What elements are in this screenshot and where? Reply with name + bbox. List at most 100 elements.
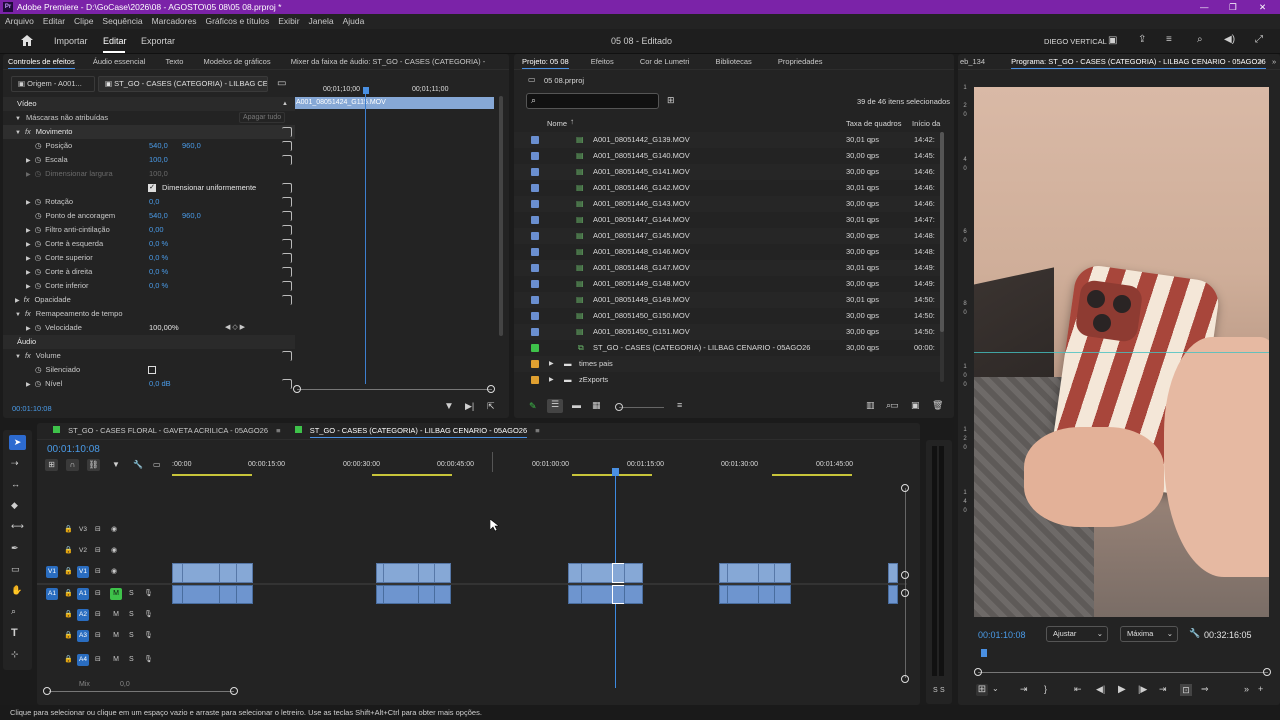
close-button[interactable]: ✕ [1259,0,1266,14]
video-track-header[interactable]: V1 🔒 V1 ⊟ ◉ [37,563,172,581]
ec-row-ponto-ancoragem[interactable]: ◷ Ponto de ancoragem 540,0 960,0 [3,209,295,223]
filtro-value[interactable]: 0,00 [149,223,164,237]
panels-icon[interactable]: ≡ [1166,34,1172,45]
audio-clip[interactable] [888,585,898,604]
scrub-handle-left[interactable] [974,668,982,676]
stopwatch-icon[interactable]: ◷ [35,239,42,248]
reset-icon[interactable] [282,379,292,389]
tab-exportar[interactable]: Exportar [141,36,175,46]
video-track-header[interactable]: 🔒 V3 ⊟ ◉ [37,521,172,539]
maximize-button[interactable]: ❐ [1229,0,1237,14]
reset-icon[interactable] [282,127,292,137]
quality-dropdown[interactable]: Máxima ⌄ [1120,626,1178,642]
ec-row-escala[interactable]: ▶ ◷ Escala 100,0 [3,153,295,167]
slider-handle[interactable] [615,403,623,411]
lock-icon[interactable]: 🔒 [64,563,73,581]
audio-clip[interactable] [383,585,419,604]
expand-arrow-icon[interactable]: ▶ [26,382,31,388]
panel-menu-icon[interactable]: ≡ [535,426,539,435]
project-item[interactable]: ▤ A001_08051448_G147.MOV 30,01 qps 14:49: [514,260,940,276]
tab-bibliotecas[interactable]: Bibliotecas [716,57,752,66]
tab-propriedades[interactable]: Propriedades [778,57,823,66]
solo-button[interactable]: S [129,627,134,645]
eye-icon[interactable]: ◉ [111,542,117,560]
reset-icon[interactable] [282,239,292,249]
tab-projeto[interactable]: Projeto: 05 08 [522,57,569,69]
captions-icon[interactable]: ▭ [153,460,161,469]
eye-icon[interactable]: ◉ [111,521,117,539]
track-target[interactable]: V3 [77,524,89,536]
zoom-tool-icon[interactable]: ⌕ [11,606,16,617]
mute-button[interactable]: M [110,630,122,642]
program-scrub-bar[interactable] [978,672,1268,673]
project-item[interactable]: ▤ A001_08051447_G145.MOV 30,00 qps 14:48: [514,228,940,244]
microphone-icon[interactable]: 🎙 [144,606,153,624]
stopwatch-icon[interactable]: ◷ [35,267,42,276]
escala-value[interactable]: 100,0 [149,153,168,167]
mute-button[interactable]: M [110,588,122,600]
expand-arrow-icon[interactable]: ▶ [26,158,31,164]
expand-arrow-icon[interactable]: ▼ [15,116,21,122]
video-clip[interactable] [581,563,613,583]
v-scroll-handle-mid[interactable] [901,571,909,579]
video-clip[interactable] [182,563,220,583]
audio-clip[interactable] [624,585,643,604]
menu-clipe[interactable]: Clipe [74,16,93,26]
video-clip[interactable] [774,563,791,583]
sync-lock-icon[interactable]: ⊟ [95,521,101,539]
ec-timecode[interactable]: 00:01:10:08 [12,404,52,413]
share-icon[interactable]: ⇪ [1138,34,1146,45]
sync-lock-icon[interactable]: ⊟ [95,563,101,581]
label-swatch[interactable] [531,136,539,144]
menu-marcadores[interactable]: Marcadores [152,16,197,26]
posicao-y-value[interactable]: 960,0 [182,139,201,153]
mark-in-icon[interactable]: ⇥ [1020,684,1028,695]
folder-item[interactable]: ▶ ▬ times pais [514,356,940,372]
ec-row-corte-esquerda[interactable]: ▶ ◷ Corte à esquerda 0,0 % [3,237,295,251]
source-patch-v1[interactable]: V1 [46,566,58,578]
playhead-marker[interactable] [612,468,619,476]
h-scroll-handle-right[interactable] [230,687,238,695]
menu-editar[interactable]: Editar [43,16,65,26]
sync-lock-icon[interactable]: ⊟ [95,542,101,560]
label-swatch[interactable] [531,232,539,240]
project-item[interactable]: ⧉ ST_GO - CASES (CATEGORIA) - LILBAG CENA… [514,340,940,356]
track-target[interactable]: A4 [77,654,89,666]
step-forward-icon[interactable]: |▶ [1138,684,1147,695]
expand-arrow-icon[interactable]: ▶ [26,326,31,332]
mute-button[interactable]: M [110,609,122,621]
audio-track-header[interactable]: 🔒 A2 ⊟ M S 🎙 [37,606,172,624]
mark-out-icon[interactable]: } [1044,684,1047,694]
posicao-x-value[interactable]: 540,0 [149,139,168,153]
ec-row-rotacao[interactable]: ▶ ◷ Rotação 0,0 [3,195,295,209]
search-icon[interactable]: ⌕ [1197,34,1203,45]
reset-icon[interactable] [282,141,292,151]
v-scroll-handle-bottom[interactable] [901,675,909,683]
project-item[interactable]: ▤ A001_08051449_G149.MOV 30,01 qps 14:50: [514,292,940,308]
reset-icon[interactable] [282,351,292,361]
video-clip[interactable] [383,563,419,583]
stopwatch-icon[interactable]: ◷ [35,323,42,332]
ec-row-mascaras[interactable]: ▼ Máscaras não atribuídas [3,111,295,125]
ripple-tool-icon[interactable]: ↔ [11,479,20,489]
label-swatch[interactable] [531,248,539,256]
go-to-in-icon[interactable]: ⇤ [1074,684,1082,695]
ec-row-movimento[interactable]: ▼ fx Movimento [3,125,295,139]
track-target[interactable]: A1 [77,588,89,600]
tab-controles-efeitos[interactable]: Controles de efeitos [8,57,75,69]
reset-icon[interactable] [282,197,292,207]
timeline-timecode[interactable]: 00:01:10:08 [47,444,100,455]
add-marker-icon[interactable]: ▼ [112,460,120,469]
icon-view-icon[interactable]: ▬ [572,400,581,410]
generative-extend-icon[interactable]: ⊹ [11,649,19,660]
filter-icon[interactable]: ▼ [444,401,454,412]
label-swatch[interactable] [531,200,539,208]
insert-nest-icon[interactable]: ⊞ [45,459,58,471]
solo-left-icon[interactable]: S [933,687,938,694]
nivel-value[interactable]: 0,0 dB [149,377,171,391]
label-swatch[interactable] [531,328,539,336]
video-clip[interactable] [624,563,643,583]
label-swatch[interactable] [531,152,539,160]
microphone-icon[interactable]: 🎙 [144,651,153,669]
stopwatch-icon[interactable]: ◷ [35,197,42,206]
